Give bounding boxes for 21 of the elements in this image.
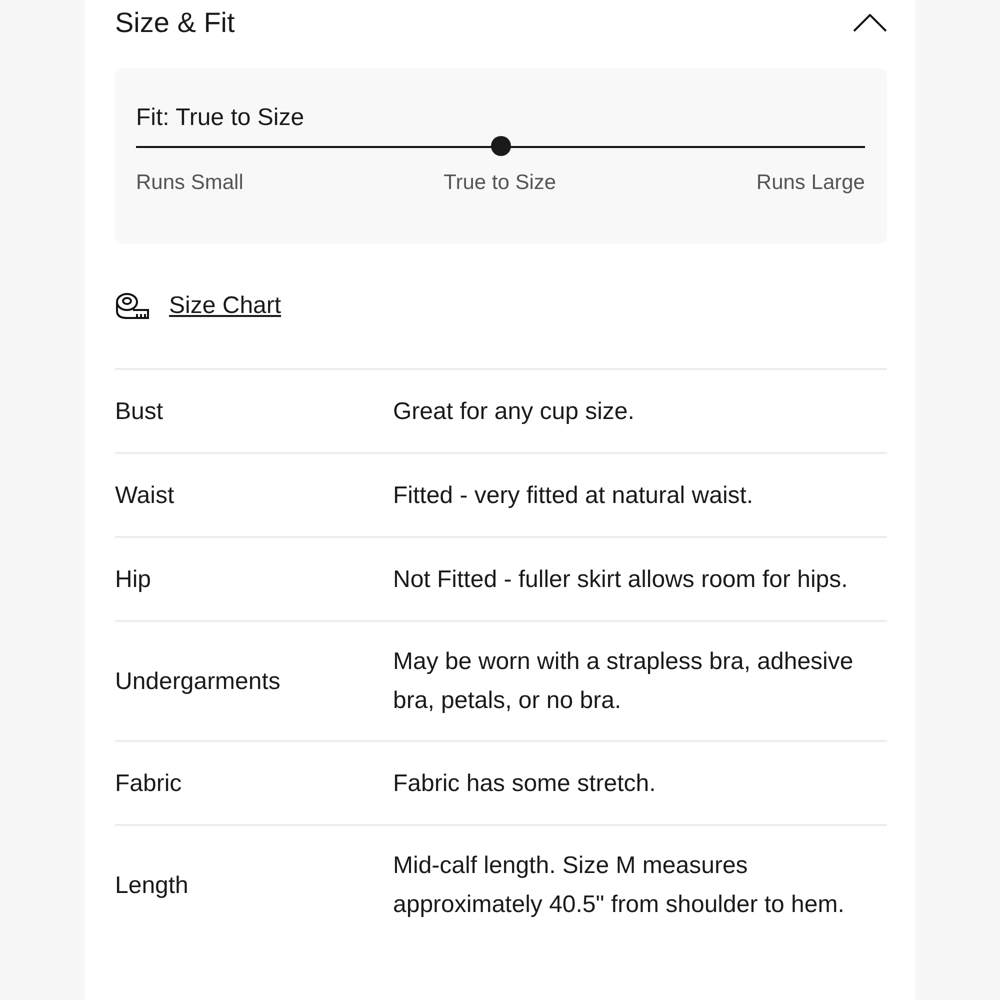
scale-label: Runs Large — [756, 171, 865, 195]
size-chart-link[interactable]: Size Chart — [169, 292, 282, 320]
collapse-toggle[interactable] — [853, 14, 887, 32]
tape-measure-icon — [115, 292, 149, 320]
section-title: Size & Fit — [115, 7, 235, 39]
detail-label: Undergarments — [115, 666, 282, 696]
detail-label: Fabric — [115, 768, 183, 798]
detail-value: May be worn with a strapless bra, adhesive bra, petals, or no bra. — [393, 647, 854, 716]
fit-title: Fit: True to Size — [136, 104, 306, 132]
detail-label: Waist — [115, 480, 176, 510]
detail-value: Not Fitted - fuller skirt allows room for hips. — [393, 564, 849, 594]
detail-label: Length — [115, 870, 190, 900]
chevron-icon — [853, 14, 887, 32]
detail-value: Mid-calf length. Size M measures approximately 40.5" from shoulder to hem. — [393, 851, 846, 920]
detail-value: Fitted - very fitted at natural waist. — [393, 480, 754, 510]
detail-value: Fabric has some stretch. — [393, 768, 657, 798]
detail-label: Hip — [115, 564, 152, 594]
detail-label: Bust — [115, 396, 164, 426]
scale-label: Runs Small — [136, 171, 244, 195]
detail-value: Great for any cup size. — [393, 396, 636, 426]
scale-label: True to Size — [444, 171, 556, 195]
